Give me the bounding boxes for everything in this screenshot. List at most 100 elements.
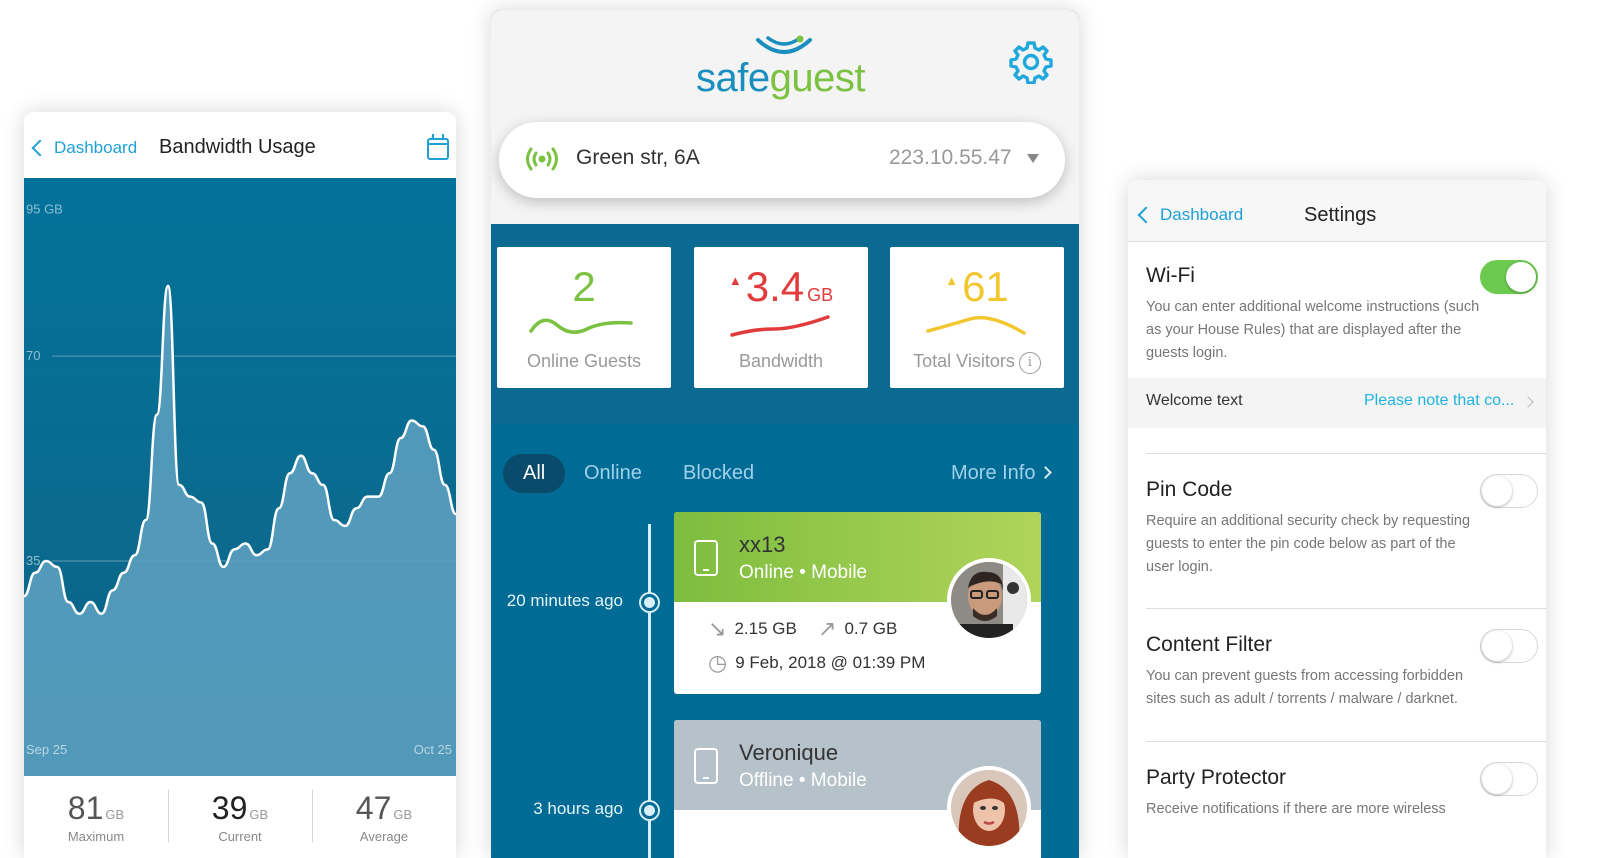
card-online-guests[interactable]: 2 Online Guests	[497, 247, 671, 388]
mobile-phone-icon	[694, 748, 718, 784]
avatar-woman-image	[951, 770, 1027, 846]
stat-value: 39	[211, 790, 248, 826]
location-ip: 223.10.55.47	[889, 146, 1012, 169]
back-label: Dashboard	[1160, 205, 1244, 224]
chevron-right-icon	[1039, 466, 1053, 479]
dashboard-header: safeguest Green str, 6A 223.10.55.47	[491, 10, 1079, 224]
stat-current: 39 GB Current	[168, 776, 312, 858]
bandwidth-chart: 95 GB 70 35 Sep 25 Oct 25	[24, 178, 456, 776]
stat-unit: GB	[105, 807, 125, 822]
dashboard-screen: safeguest Green str, 6A 223.10.55.47 2 O…	[491, 10, 1079, 858]
chevron-left-icon	[1137, 206, 1155, 224]
bandwidth-chart-svg: 95 GB 70 35 Sep 25 Oct 25	[24, 202, 456, 776]
toggle-knob	[1482, 476, 1512, 506]
sparkline-icon	[730, 315, 830, 337]
guest-status: Online • Mobile	[739, 562, 868, 583]
download-row: ↘ 2.15 GB	[708, 616, 797, 642]
more-info-link[interactable]: More Info	[951, 462, 1053, 485]
toggle-knob	[1506, 262, 1536, 292]
tab-all[interactable]: All	[503, 454, 566, 493]
location-name: Green str, 6A	[576, 146, 700, 169]
sparkline-icon	[529, 318, 633, 334]
tab-blocked[interactable]: Blocked	[663, 454, 774, 493]
x-tick-label: Oct 25	[414, 742, 452, 757]
card-value: ▲3.4 GB	[694, 263, 868, 311]
toggle-knob	[1482, 764, 1512, 794]
download-value: 2.15 GB	[734, 619, 797, 638]
caret-down-icon	[1027, 154, 1039, 163]
card-value-number: 3.4	[745, 263, 805, 310]
card-bandwidth[interactable]: ▲3.4 GB Bandwidth	[694, 247, 868, 388]
card-caption: Total Visitors i	[890, 351, 1064, 374]
back-button[interactable]: Dashboard	[1136, 205, 1243, 225]
stat-label: Current	[218, 829, 262, 844]
guest-card[interactable]: Veronique Offline • Mobile	[674, 720, 1041, 858]
card-value: 2	[497, 263, 671, 311]
alert-triangle-icon: ▲	[945, 273, 959, 288]
welcome-text-row[interactable]: Welcome text Please note that co...	[1128, 378, 1546, 428]
upload-value: 0.7 GB	[844, 619, 898, 638]
card-value-number: 61	[962, 263, 1009, 310]
y-tick-label: 70	[26, 348, 40, 363]
back-button[interactable]: Dashboard	[30, 138, 137, 158]
stat-maximum: 81 GB Maximum	[24, 776, 168, 858]
guest-date: 9 Feb, 2018 @ 01:39 PM	[735, 653, 926, 672]
card-value-number: 2	[572, 263, 596, 310]
stats-bar: 81 GB Maximum 39 GB Current 47 GB Average	[24, 776, 456, 858]
stat-label: Average	[359, 829, 409, 844]
calendar-icon[interactable]	[427, 134, 449, 160]
setting-description: You can prevent guests from accessing fo…	[1146, 668, 1464, 707]
mobile-phone-icon	[694, 540, 718, 576]
setting-wifi: Wi-Fi You can enter additional welcome i…	[1146, 260, 1538, 365]
stat-value: 47	[355, 790, 392, 826]
guest-status-text: Offline	[739, 770, 794, 791]
card-caption-text: Total Visitors	[913, 351, 1015, 371]
guest-time: 20 minutes ago	[506, 591, 623, 610]
card-caption: Online Guests	[526, 351, 642, 371]
avatar-man-image	[951, 562, 1027, 638]
more-info-label: More Info	[951, 462, 1036, 484]
guest-name: xx13	[739, 532, 786, 557]
page-title: Settings	[1304, 204, 1377, 226]
download-arrow-icon: ↘	[708, 616, 727, 641]
party-protector-toggle[interactable]	[1480, 762, 1538, 796]
wifi-toggle[interactable]	[1480, 260, 1538, 294]
safeguest-logo: safeguest	[696, 34, 866, 104]
stat-value: 81	[67, 790, 104, 826]
pin-code-toggle[interactable]	[1480, 474, 1538, 508]
guest-name: Veronique	[739, 740, 839, 765]
setting-content-filter: Content Filter You can prevent guests fr…	[1146, 629, 1538, 711]
stat-unit: GB	[393, 807, 413, 822]
guest-time: 3 hours ago	[533, 799, 623, 818]
guest-card[interactable]: xx13 Online • Mobile ↘ 2.15 GB ↗ 0.7 GB ◷ 9…	[674, 512, 1041, 694]
guest-status-text: Online	[739, 562, 794, 583]
stat-unit: GB	[249, 807, 269, 822]
toggle-knob	[1482, 631, 1512, 661]
card-total-visitors[interactable]: ▲61 Total Visitors i	[890, 247, 1064, 388]
stat-label: Maximum	[67, 829, 125, 844]
timeline-dot	[641, 802, 658, 819]
setting-description: Require an additional security check by …	[1146, 513, 1471, 575]
divider	[1146, 453, 1546, 454]
chevron-right-icon	[1522, 396, 1534, 408]
info-icon[interactable]: i	[1018, 352, 1041, 374]
tab-online[interactable]: Online	[564, 454, 662, 493]
setting-description: You can enter additional welcome instruc…	[1146, 299, 1480, 361]
nav-bar: Dashboard Bandwidth Usage	[24, 112, 456, 178]
chevron-left-icon	[31, 139, 49, 157]
welcome-text-value: Please note that co...	[1364, 392, 1515, 409]
divider	[1146, 608, 1546, 609]
content-filter-toggle[interactable]	[1480, 629, 1538, 663]
card-value-unit: GB	[807, 285, 834, 305]
clock-icon: ◷	[708, 650, 728, 675]
avatar	[947, 766, 1031, 850]
welcome-text-label: Welcome text	[1146, 392, 1243, 409]
page-title: Bandwidth Usage	[159, 136, 316, 158]
setting-pin-code: Pin Code Require an additional security …	[1146, 474, 1538, 579]
nav-bar: Dashboard Settings	[1128, 180, 1546, 242]
guest-status: Offline • Mobile	[739, 770, 867, 791]
card-caption: Bandwidth	[738, 351, 824, 371]
gear-icon[interactable]	[1009, 40, 1053, 84]
location-selector[interactable]: Green str, 6A 223.10.55.47	[499, 122, 1065, 198]
sparkline-icon	[926, 315, 1026, 335]
